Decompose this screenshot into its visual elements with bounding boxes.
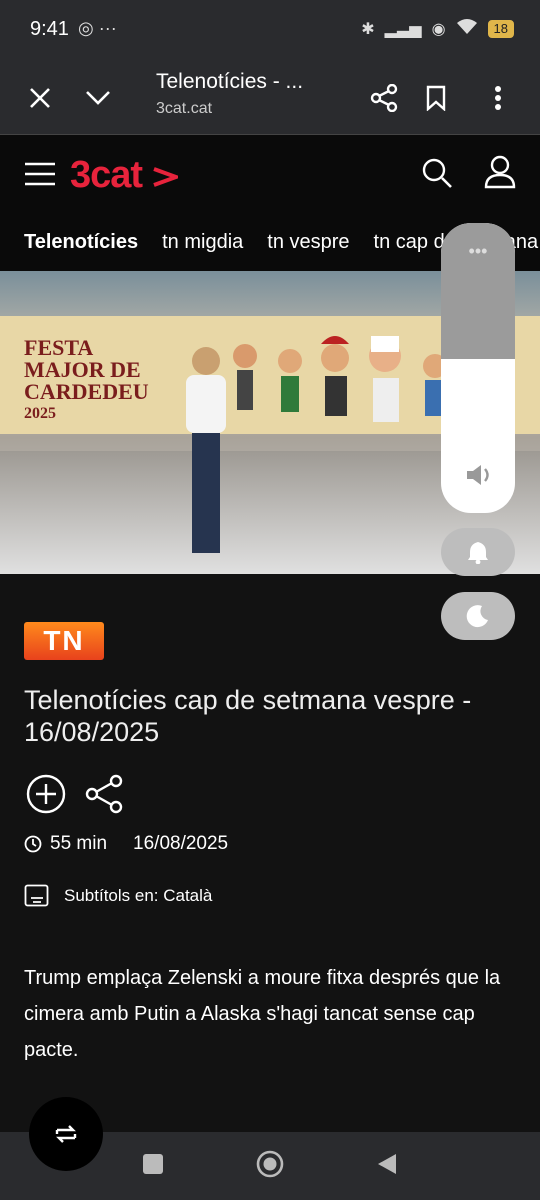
browser-toolbar: Telenotícies - ... 3cat.cat bbox=[0, 60, 540, 135]
system-icons: ✱ ▂▃▅ ◉ 18 bbox=[361, 18, 514, 39]
status-time: 9:41 bbox=[30, 18, 69, 40]
add-to-list-icon[interactable] bbox=[26, 774, 66, 819]
close-icon[interactable] bbox=[20, 78, 60, 118]
program-date: 16/08/2025 bbox=[133, 833, 229, 854]
bluetooth-icon: ✱ bbox=[361, 20, 375, 38]
tab-tn-vespre[interactable]: tn vespre bbox=[267, 231, 349, 254]
back-button[interactable] bbox=[376, 1152, 398, 1181]
home-button[interactable] bbox=[256, 1150, 284, 1183]
subtitles-info: Subtítols en: Català bbox=[24, 884, 212, 908]
moon-icon bbox=[466, 605, 488, 628]
clock-icon bbox=[24, 835, 42, 853]
tn-logo: TN bbox=[24, 622, 104, 660]
subtitles-label: Subtítols en: Català bbox=[64, 886, 213, 905]
tab-telenoticies[interactable]: Telenotícies bbox=[24, 231, 138, 254]
search-icon[interactable] bbox=[421, 157, 453, 194]
user-icon[interactable] bbox=[484, 155, 516, 194]
rotate-icon bbox=[55, 1125, 77, 1143]
recents-button[interactable] bbox=[143, 1154, 163, 1174]
do-not-disturb-button[interactable] bbox=[441, 592, 515, 640]
hamburger-menu-icon[interactable] bbox=[25, 162, 55, 191]
program-meta: 55 min 16/08/2025 bbox=[24, 833, 228, 855]
tab-tn-migdia[interactable]: tn migdia bbox=[162, 231, 243, 254]
program-description: Trump emplaça Zelenski a moure fitxa des… bbox=[24, 967, 501, 1061]
page-title: Telenotícies - ... bbox=[156, 70, 304, 93]
site-logo[interactable]: 3cat bbox=[70, 154, 182, 197]
signal-icon: ▂▃▅ bbox=[384, 20, 422, 38]
hotspot-icon: ◉ bbox=[431, 20, 446, 38]
speaker-icon[interactable] bbox=[465, 463, 493, 492]
bookmark-icon[interactable] bbox=[416, 78, 456, 118]
subtitles-icon bbox=[24, 884, 49, 907]
bell-icon bbox=[468, 542, 488, 564]
wifi-icon bbox=[456, 18, 478, 39]
more-options-icon[interactable] bbox=[478, 78, 518, 118]
battery-icon: 18 bbox=[487, 19, 514, 38]
program-duration: 55 min bbox=[50, 833, 108, 854]
banner-text: FESTA MAJOR DE CARDEDEU 2025 bbox=[24, 335, 149, 423]
page-url: 3cat.cat bbox=[156, 100, 213, 117]
volume-panel[interactable]: ••• bbox=[441, 223, 515, 513]
chevron-down-icon[interactable] bbox=[78, 78, 118, 118]
cartoon-figures bbox=[233, 336, 447, 422]
notification-icons: ◎ ··· bbox=[78, 18, 117, 38]
rotate-screen-button[interactable] bbox=[29, 1097, 103, 1171]
presenter-figure bbox=[186, 347, 226, 553]
status-bar: 9:41 ◎ ··· ✱ ▂▃▅ ◉ 18 bbox=[0, 0, 540, 60]
share-icon[interactable] bbox=[364, 78, 404, 118]
program-title: Telenotícies cap de setmana vespre - 16/… bbox=[24, 685, 472, 747]
ring-mode-button[interactable] bbox=[441, 528, 515, 576]
share-program-icon[interactable] bbox=[84, 774, 124, 819]
more-icon[interactable]: ••• bbox=[441, 241, 515, 262]
